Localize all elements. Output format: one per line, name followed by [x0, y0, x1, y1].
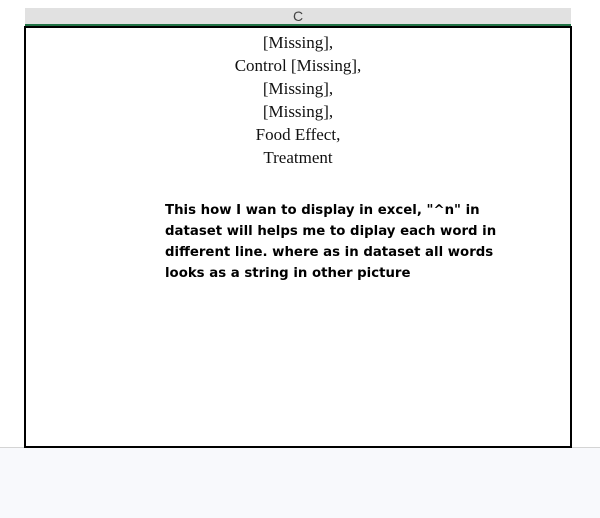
selected-cell[interactable]: [Missing], Control [Missing], [Missing],… — [24, 26, 572, 448]
cell-content: [Missing], Control [Missing], [Missing],… — [26, 31, 570, 169]
cell-line: [Missing], — [262, 79, 334, 98]
annotation-note: This how I wan to display in excel, "^n"… — [165, 203, 497, 281]
cell-line: [Missing], — [262, 33, 334, 52]
cell-line: Treatment — [263, 148, 333, 167]
cell-line: Control [Missing], — [234, 56, 362, 75]
column-header-c[interactable]: C — [25, 8, 571, 26]
cell-line: [Missing], — [262, 102, 334, 121]
cell-line: Food Effect, — [255, 125, 341, 144]
spreadsheet-view: C [Missing], Control [Missing], [Missing… — [0, 0, 600, 518]
